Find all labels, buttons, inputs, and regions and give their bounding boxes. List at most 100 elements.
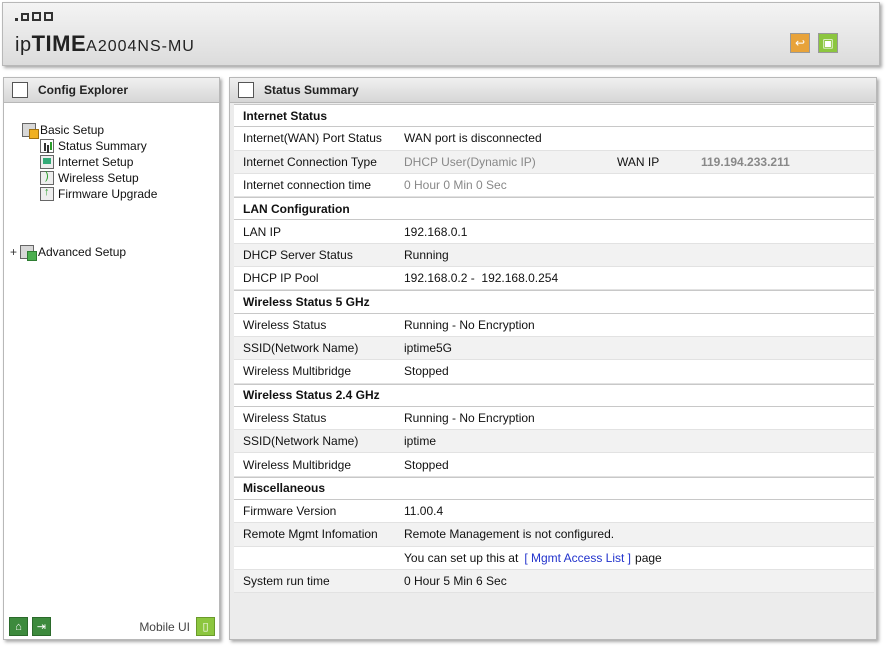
tree-label: Internet Setup xyxy=(58,155,134,169)
header-bar: ipTIMEA2004NS-MU ↩ ▣ xyxy=(2,2,880,66)
row-value: Running - No Encryption xyxy=(404,317,535,332)
restore-icon: ↩ xyxy=(794,36,806,50)
section-header: Wireless Status 5 GHz xyxy=(234,290,874,314)
row-label: Remote Mgmt Infomation xyxy=(243,527,378,542)
chart-icon xyxy=(40,139,54,153)
tree-item-advanced-setup[interactable]: + Advanced Setup xyxy=(10,245,127,261)
folder-icon xyxy=(20,245,37,261)
tree-label: Advanced Setup xyxy=(38,245,127,259)
tree-item-firmware-upgrade[interactable]: Firmware Upgrade xyxy=(40,186,158,201)
tree-label: Basic Setup xyxy=(40,123,105,137)
table-row: Wireless Multibridge Stopped xyxy=(234,453,874,477)
config-explorer-header: Config Explorer xyxy=(4,78,219,103)
row-value: iptime5G xyxy=(404,341,453,356)
table-row: LAN IP 192.168.0.1 xyxy=(234,220,874,244)
table-row: DHCP Server Status Running xyxy=(234,243,874,268)
folder-icon xyxy=(22,123,39,139)
model-name: A2004NS-MU xyxy=(86,38,195,55)
section-header: Internet Status xyxy=(234,104,874,128)
mobile-ui-button[interactable]: ▯ xyxy=(196,617,215,636)
table-row: Internet connection time 0 Hour 0 Min 0 … xyxy=(234,174,874,198)
config-explorer-panel: Config Explorer Basic Setup Status Summa… xyxy=(3,77,220,640)
setup-suffix: page xyxy=(635,550,662,565)
summary-icon xyxy=(238,82,254,98)
expand-icon[interactable]: + xyxy=(10,245,20,259)
row-value: 192.168.0.2 - 192.168.0.254 xyxy=(404,271,559,286)
restore-button[interactable]: ↩ xyxy=(790,33,810,53)
section-title: LAN Configuration xyxy=(243,201,350,216)
config-explorer-title: Config Explorer xyxy=(38,83,129,97)
tree-item-internet-setup[interactable]: Internet Setup xyxy=(40,155,133,169)
row-value: Remote Management is not configured. xyxy=(404,527,615,542)
row-value: 11.00.4 xyxy=(404,504,444,519)
row-value: Stopped xyxy=(404,457,449,472)
row-value: 0 Hour 0 Min 0 Sec xyxy=(404,178,507,193)
tree-label: Wireless Setup xyxy=(58,171,139,185)
tree-label: Status Summary xyxy=(58,139,147,153)
row-label: Wireless Status xyxy=(243,317,327,332)
row-value: DHCP User(Dynamic IP) xyxy=(404,154,536,169)
wan-ip-value: 119.194.233.211 xyxy=(701,154,790,169)
table-row: Internet Connection Type DHCP User(Dynam… xyxy=(234,150,874,174)
table-row: Wireless Status Running - No Encryption xyxy=(234,314,874,337)
tree-item-wireless-setup[interactable]: Wireless Setup xyxy=(40,170,139,185)
row-label: LAN IP xyxy=(243,224,282,239)
section-header: LAN Configuration xyxy=(234,197,874,221)
tree-item-status-summary[interactable]: Status Summary xyxy=(40,139,147,153)
logout-icon: ⇥ xyxy=(36,621,47,633)
search-icon xyxy=(12,82,28,98)
row-label: SSID(Network Name) xyxy=(243,434,359,449)
table-row: SSID(Network Name) iptime5G xyxy=(234,336,874,361)
section-title: Internet Status xyxy=(243,108,328,123)
home-icon: ⌂ xyxy=(15,620,22,633)
status-summary-title: Status Summary xyxy=(264,83,359,97)
tree-item-basic-setup[interactable]: Basic Setup xyxy=(22,123,105,139)
status-table: Internet Status Internet(WAN) Port Statu… xyxy=(234,104,874,594)
row-value: Stopped xyxy=(404,364,449,379)
row-label: DHCP IP Pool xyxy=(243,271,319,286)
brand-prefix: ip xyxy=(15,34,32,56)
row-label: SSID(Network Name) xyxy=(243,341,359,356)
table-row: Wireless Status Running - No Encryption xyxy=(234,407,874,431)
brand-logo: ipTIMEA2004NS-MU xyxy=(15,31,195,57)
status-summary-panel: Status Summary Internet Status Internet(… xyxy=(229,77,877,640)
row-label: Internet connection time xyxy=(243,178,372,193)
table-row: Remote Mgmt Infomation Remote Management… xyxy=(234,523,874,547)
mgmt-access-list-link[interactable]: [ Mgmt Access List ] xyxy=(524,551,631,565)
table-row: SSID(Network Name) iptime xyxy=(234,430,874,454)
row-label: System run time xyxy=(243,574,330,589)
wan-ip-label: WAN IP xyxy=(617,154,660,169)
logout-button[interactable]: ⇥ xyxy=(32,617,51,636)
brand-bold: TIME xyxy=(31,31,87,56)
mobile-icon: ▯ xyxy=(202,621,209,633)
section-header: Miscellaneous xyxy=(234,476,874,501)
row-label: DHCP Server Status xyxy=(243,247,353,262)
row-label: Internet Connection Type xyxy=(243,154,377,169)
row-value: 0 Hour 5 Min 6 Sec xyxy=(404,574,507,589)
table-row: Firmware Version 11.00.4 xyxy=(234,500,874,524)
row-label: Wireless Status xyxy=(243,411,327,425)
logo-dots xyxy=(15,12,53,21)
table-row: Wireless Multibridge Stopped xyxy=(234,360,874,384)
mobile-ui-label[interactable]: Mobile UI xyxy=(139,620,190,634)
table-row: You can set up this at [ Mgmt Access Lis… xyxy=(234,547,874,570)
save-button[interactable]: ▣ xyxy=(818,33,838,53)
table-row: DHCP IP Pool 192.168.0.2 - 192.168.0.254 xyxy=(234,267,874,291)
row-value: iptime xyxy=(404,434,437,449)
setup-prefix: You can set up this at xyxy=(404,550,519,565)
row-value: 192.168.0.1 xyxy=(404,224,468,239)
left-footer: ⌂ ⇥ Mobile UI ▯ xyxy=(4,613,219,639)
row-label: Firmware Version xyxy=(243,504,337,519)
table-row: Internet(WAN) Port Status WAN port is di… xyxy=(234,127,874,151)
home-button[interactable]: ⌂ xyxy=(9,617,28,636)
section-title: Wireless Status 2.4 GHz xyxy=(243,388,380,403)
section-title: Wireless Status 5 GHz xyxy=(243,295,370,310)
row-label: Wireless Multibridge xyxy=(243,457,352,472)
wireless-icon xyxy=(40,170,54,185)
tree-label: Firmware Upgrade xyxy=(58,187,158,201)
section-title: Miscellaneous xyxy=(243,481,326,496)
upgrade-icon xyxy=(40,186,54,201)
section-header: Wireless Status 2.4 GHz xyxy=(234,383,874,407)
row-value: Running xyxy=(404,247,449,262)
row-label: Internet(WAN) Port Status xyxy=(243,131,382,146)
